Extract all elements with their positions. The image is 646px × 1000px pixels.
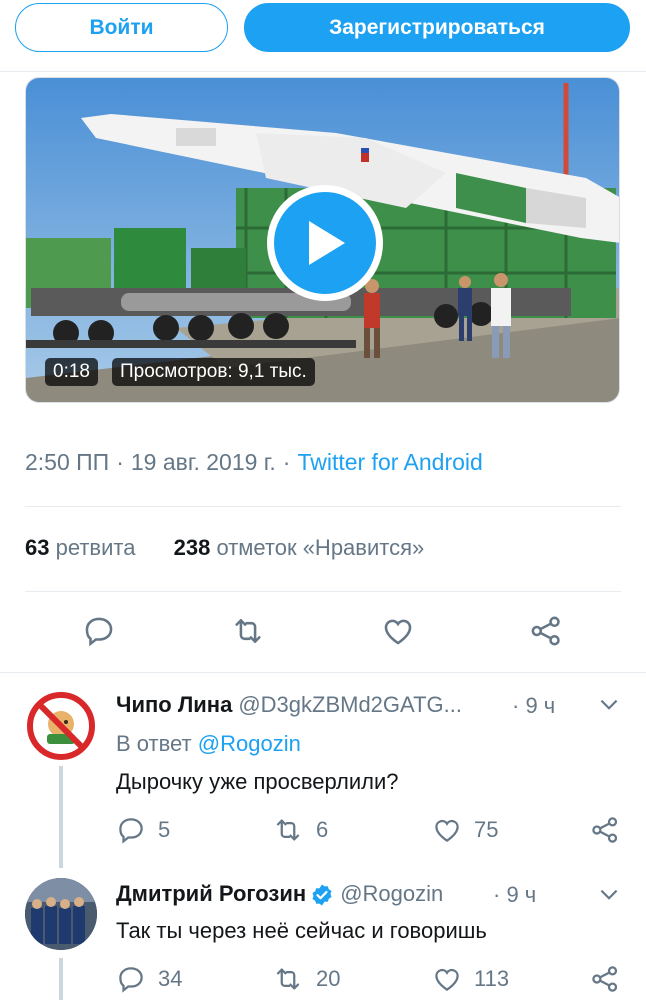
meta-separator: · <box>282 449 291 475</box>
like-count: 113 <box>474 966 510 991</box>
retweet-icon <box>276 968 300 990</box>
play-icon <box>309 221 345 265</box>
reply-time: · 9 ч <box>493 882 537 907</box>
author-name[interactable]: Чипо Лина <box>116 692 232 717</box>
in-reply-handle-link[interactable]: @Rogozin <box>198 731 301 756</box>
likes-stat[interactable]: 238 отметок «Нравится» <box>174 535 425 560</box>
reply-tweet[interactable]: Чипо Лина @D3gkZBMd2GATG... · 9 ч В ответ… <box>0 672 646 868</box>
reply-button[interactable] <box>76 608 122 654</box>
share-button[interactable] <box>590 964 632 994</box>
retweet-button[interactable] <box>225 608 271 654</box>
reply-icon <box>119 967 143 993</box>
share-button[interactable] <box>523 608 569 654</box>
retweets-label: ретвита <box>55 535 136 560</box>
avatar[interactable] <box>25 878 97 950</box>
reply-text: Так ты через неё сейчас и говоришь <box>116 918 487 943</box>
like-icon <box>435 968 459 991</box>
reply-icon <box>85 617 113 647</box>
more-options-button[interactable] <box>596 884 622 911</box>
tweet-stats: 63 ретвита 238 отметок «Нравится» <box>25 535 456 561</box>
reply-button[interactable]: 5 <box>116 815 170 845</box>
signup-button[interactable]: Зарегистрироваться <box>244 3 630 52</box>
meta-separator: · <box>116 449 124 475</box>
retweet-count: 20 <box>316 966 341 991</box>
author-name[interactable]: Дмитрий Рогозин <box>116 881 306 906</box>
reply-text: Дырочку уже просверлили? <box>116 769 399 794</box>
author-handle: @Rogozin <box>340 881 444 906</box>
tweet-meta: 2:50 ПП · 19 авг. 2019 г. · Twitter for Andr… <box>25 449 483 476</box>
retweet-icon <box>276 819 300 841</box>
video-views: Просмотров: 9,1 тыс. <box>112 358 315 386</box>
in-reply-to: В ответ @Rogozin <box>116 731 301 757</box>
retweet-icon <box>235 619 261 643</box>
chevron-down-icon <box>600 889 618 900</box>
likes-count: 238 <box>173 535 211 560</box>
tweet-date: 19 авг. 2019 г. <box>130 449 276 475</box>
chevron-down-icon <box>600 699 618 710</box>
retweet-button[interactable]: 6 <box>272 815 328 845</box>
share-icon <box>592 966 618 992</box>
verified-badge-icon <box>312 884 332 906</box>
thread-line <box>59 766 63 868</box>
like-button[interactable] <box>375 608 421 654</box>
tweet-source-link[interactable]: Twitter for Android <box>297 449 482 475</box>
reply-time: · 9 ч <box>512 693 556 718</box>
reply-icon <box>119 818 143 844</box>
retweets-count: 63 <box>25 535 50 560</box>
share-icon <box>531 616 560 646</box>
auth-bar: Войти Зарегистрироваться <box>0 0 646 72</box>
tweet-time: 2:50 ПП <box>25 449 110 475</box>
like-button[interactable]: 75 <box>432 815 498 845</box>
retweet-count: 6 <box>316 817 329 842</box>
author-handle: @D3gkZBMd2GATG... <box>238 692 462 717</box>
like-icon <box>384 619 412 645</box>
reply-button[interactable]: 34 <box>116 964 182 994</box>
likes-label: отметок «Нравится» <box>216 535 425 560</box>
reply-tweet[interactable]: Дмитрий Рогозин @Rogozin · 9 ч Так ты чер… <box>0 868 646 1000</box>
login-button[interactable]: Войти <box>15 3 228 52</box>
tweet-actions <box>0 608 646 654</box>
in-reply-prefix: В ответ <box>116 731 192 756</box>
play-button[interactable] <box>267 185 383 301</box>
more-options-button[interactable] <box>596 694 622 721</box>
reply-header: Дмитрий Рогозин @Rogozin <box>116 881 443 907</box>
reply-count: 5 <box>158 817 171 842</box>
thread-line <box>59 958 63 1000</box>
like-button[interactable]: 113 <box>432 964 509 994</box>
divider <box>25 506 621 507</box>
divider <box>25 591 621 592</box>
like-icon <box>435 819 459 842</box>
avatar[interactable] <box>25 690 97 762</box>
avatar-image <box>25 690 97 762</box>
share-button[interactable] <box>590 815 632 845</box>
retweet-button[interactable]: 20 <box>272 964 340 994</box>
reply-count: 34 <box>158 966 183 991</box>
video-player[interactable]: 0:18 Просмотров: 9,1 тыс. <box>25 77 620 403</box>
retweets-stat[interactable]: 63 ретвита <box>25 535 135 560</box>
reply-header: Чипо Лина @D3gkZBMd2GATG... <box>116 692 462 718</box>
video-duration: 0:18 <box>45 358 98 386</box>
avatar-image <box>25 878 97 950</box>
like-count: 75 <box>474 817 499 842</box>
share-icon <box>592 817 618 843</box>
